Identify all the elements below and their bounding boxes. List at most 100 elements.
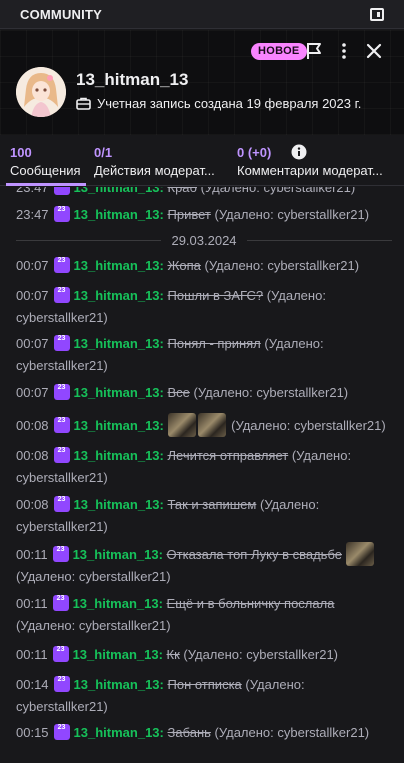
emote-icon[interactable] bbox=[167, 413, 196, 437]
message-time: 00:07 bbox=[16, 258, 49, 273]
deleted-note: (Удалено: cyberstallker21) bbox=[183, 647, 339, 662]
panel-title: COMMUNITY bbox=[20, 6, 102, 22]
chat-message: 00:07 23 13_hitman_13: Понял - принял (Уда… bbox=[16, 335, 324, 373]
subscriber-badge-icon[interactable]: 23 bbox=[53, 447, 70, 463]
chat-username[interactable]: 13_hitman_13 bbox=[74, 258, 160, 273]
message-time: 00:14 bbox=[16, 677, 49, 692]
deleted-note: (Удалено: cyberstallker21) bbox=[204, 258, 360, 273]
tab-mod-actions-label: Действия модерат... bbox=[94, 163, 215, 178]
username: 13_hitman_13 bbox=[76, 70, 189, 89]
tab-mod-comments[interactable]: 0 (+0) Комментарии модерат... bbox=[237, 145, 397, 178]
chat-message: 00:07 23 13_hitman_13: Пошли в ЗАГС? (Удал… bbox=[16, 287, 326, 325]
chat-username[interactable]: 13_hitman_13 bbox=[74, 448, 160, 463]
chat-message: 00:08 23 13_hitman_13: Лечится отправляет … bbox=[16, 447, 352, 485]
message-text: Жопа bbox=[167, 258, 201, 273]
message-time: 00:11 bbox=[16, 596, 48, 611]
subscriber-badge-icon[interactable]: 23 bbox=[53, 206, 70, 222]
active-tab-indicator bbox=[6, 183, 86, 186]
date-divider-text: 29.03.2024 bbox=[171, 232, 237, 248]
tab-mod-comments-label: Комментарии модерат... bbox=[237, 163, 383, 178]
chat-username[interactable]: 13_hitman_13 bbox=[73, 547, 159, 562]
account-created: Учетная запись создана 19 февраля 2023 г… bbox=[76, 96, 361, 111]
deleted-note: (Удалено: cyberstallker21) bbox=[16, 569, 171, 584]
chat-message: 23:472313_hitman_13: Краб (Удалено: cybe… bbox=[16, 187, 392, 199]
subscriber-badge-icon[interactable]: 23 bbox=[53, 724, 70, 740]
tab-mod-actions[interactable]: 0/1 Действия модерат... bbox=[94, 145, 228, 178]
message-time: 00:08 bbox=[16, 418, 49, 433]
chat-username[interactable]: 13_hitman_13 bbox=[74, 385, 160, 400]
viewer-card-tabs: 100 Сообщения 0/1 Действия модерат... 0 … bbox=[0, 136, 404, 186]
briefcase-icon bbox=[76, 97, 91, 110]
subscriber-badge-icon[interactable]: 23 bbox=[53, 257, 70, 273]
chat-log[interactable]: 23:472313_hitman_13: Краб (Удалено: cybe… bbox=[0, 187, 404, 763]
message-time: 00:07 bbox=[16, 336, 49, 351]
deleted-note: (Удалено: cyberstallker21) bbox=[214, 725, 370, 740]
subscriber-badge-icon[interactable]: 23 bbox=[53, 287, 70, 303]
chat-username[interactable]: 13_hitman_13 bbox=[73, 596, 159, 611]
chat-message: 00:07 23 13_hitman_13: Жопа (Удалено: cybe… bbox=[16, 257, 360, 273]
message-text: Пошли в ЗАГС? bbox=[167, 288, 264, 303]
subscriber-badge-icon[interactable]: 23 bbox=[53, 496, 70, 512]
tab-messages-label: Сообщения bbox=[10, 163, 81, 178]
chat-username[interactable]: 13_hitman_13 bbox=[74, 288, 160, 303]
chat-username[interactable]: 13_hitman_13 bbox=[74, 207, 160, 222]
chat-username[interactable]: 13_hitman_13 bbox=[74, 336, 160, 351]
flag-icon[interactable] bbox=[306, 42, 322, 60]
message-text: Краб bbox=[167, 187, 197, 195]
message-time: 00:07 bbox=[16, 288, 49, 303]
tab-messages[interactable]: 100 Сообщения bbox=[10, 145, 88, 178]
message-text: Все bbox=[167, 385, 190, 400]
message-text: Отказала топ Луку в свадьбе bbox=[166, 547, 342, 562]
deleted-note: (Удалено: cyberstallker21) bbox=[193, 385, 349, 400]
message-time: 00:08 bbox=[16, 448, 49, 463]
chat-message: 00:11 23 13_hitman_13: Ещё и в больничку п… bbox=[16, 595, 335, 633]
message-time: 00:15 bbox=[16, 725, 49, 740]
avatar bbox=[16, 67, 66, 117]
message-time: 23:47 bbox=[16, 187, 49, 195]
deleted-note: (Удалено: cyberstallker21) bbox=[200, 187, 356, 195]
chat-username[interactable]: 13_hitman_13 bbox=[74, 187, 160, 195]
message-text: Лечится отправляет bbox=[167, 448, 289, 463]
subscriber-badge-icon[interactable]: 23 bbox=[52, 595, 69, 611]
deleted-note: (Удалено: cyberstallker21) bbox=[231, 418, 386, 433]
chat-message: 00:08 23 13_hitman_13: (Удалено: cyberstal… bbox=[16, 413, 392, 437]
deleted-note: (Удалено: cyberstallker21) bbox=[16, 618, 171, 633]
chat-message: 00:11 23 13_hitman_13: Кк (Удалено: cybers… bbox=[16, 646, 339, 662]
message-time: 00:11 bbox=[16, 647, 48, 662]
chat-username[interactable]: 13_hitman_13 bbox=[74, 725, 160, 740]
info-icon[interactable] bbox=[291, 144, 307, 160]
tab-mod-actions-count: 0/1 bbox=[94, 145, 113, 160]
message-time: 00:11 bbox=[16, 547, 48, 562]
chat-message: 23:47 23 13_hitman_13: Привет (Удалено: cy… bbox=[16, 206, 370, 222]
close-icon[interactable] bbox=[366, 43, 382, 59]
message-time: 23:47 bbox=[16, 207, 49, 222]
subscriber-badge-icon[interactable]: 23 bbox=[53, 384, 70, 400]
chat-message: 00:15 23 13_hitman_13: Забань (Удалено: cy… bbox=[16, 724, 370, 740]
subscriber-badge-icon[interactable]: 23 bbox=[53, 676, 70, 692]
subscriber-badge-icon[interactable]: 23 bbox=[53, 417, 70, 433]
chat-message: 00:08 23 13_hitman_13: Так и запишем (Удал… bbox=[16, 496, 320, 534]
emote-icon[interactable] bbox=[197, 413, 226, 437]
more-options-icon[interactable] bbox=[338, 42, 350, 60]
subscriber-badge-icon[interactable]: 23 bbox=[53, 187, 70, 195]
popout-icon[interactable] bbox=[370, 7, 384, 21]
subscriber-badge-icon[interactable]: 23 bbox=[52, 646, 69, 662]
emote-icon[interactable] bbox=[345, 542, 374, 566]
message-time: 00:07 bbox=[16, 385, 49, 400]
message-time: 00:08 bbox=[16, 497, 49, 512]
message-text: Пон отписка bbox=[167, 677, 242, 692]
account-created-text: Учетная запись создана 19 февраля 2023 г… bbox=[97, 96, 362, 111]
tab-messages-count: 100 bbox=[10, 145, 32, 160]
chat-username[interactable]: 13_hitman_13 bbox=[73, 647, 159, 662]
subscriber-badge-icon[interactable]: 23 bbox=[53, 335, 70, 351]
chat-username[interactable]: 13_hitman_13 bbox=[74, 418, 160, 433]
chat-username[interactable]: 13_hitman_13 bbox=[74, 677, 160, 692]
deleted-note: (Удалено: cyberstallker21) bbox=[214, 207, 370, 222]
date-divider: 29.03.2024 bbox=[16, 231, 392, 249]
subscriber-badge-icon[interactable]: 23 bbox=[52, 546, 69, 562]
chat-message: 00:14 23 13_hitman_13: Пон отписка (Удален… bbox=[16, 676, 305, 714]
chat-username[interactable]: 13_hitman_13 bbox=[74, 497, 160, 512]
chat-message: 00:07 23 13_hitman_13: Все (Удалено: cyber… bbox=[16, 384, 349, 400]
panel-header: COMMUNITY bbox=[0, 0, 404, 29]
message-text: Привет bbox=[167, 207, 211, 222]
